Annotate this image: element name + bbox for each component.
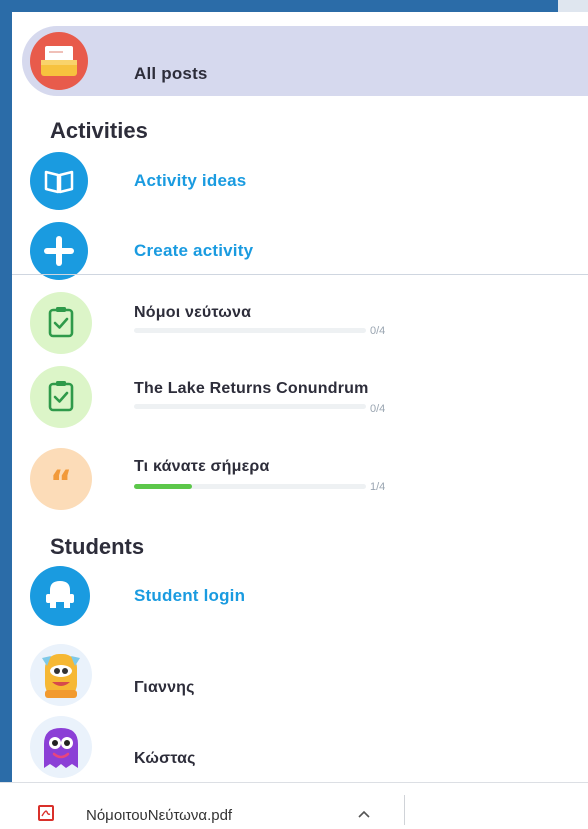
student-login-label: Student login [134,586,246,605]
activity-progress-text: 1/4 [370,481,386,493]
activity-progress-text: 0/4 [370,403,386,415]
monster-avatar-icon [30,716,92,778]
students-heading: Students [50,534,145,559]
plus-icon [30,222,88,280]
divider [404,795,405,825]
chevron-up-icon[interactable] [356,807,372,823]
student-name: Κώστας [134,750,196,767]
create-activity-label: Create activity [134,241,254,260]
activity-title: Νόμοι νεύτωνα [134,304,252,321]
divider [12,274,588,275]
student-login-item[interactable]: Student login [30,566,580,628]
clipboard-check-icon [30,292,92,354]
activity-progress-track [134,404,366,409]
activity-ideas-label: Activity ideas [134,171,247,190]
activity-progress-track [134,328,366,333]
activities-heading: Activities [50,118,148,143]
window-frame-left [0,0,12,829]
inbox-tray-icon [30,32,88,90]
svg-text:“: “ [50,463,72,503]
monster-avatar-icon [30,644,92,706]
activity-item[interactable]: The Lake Returns Conundrum 0/4 [30,366,580,428]
activity-title: The Lake Returns Conundrum [134,380,369,397]
activity-progress-fill [134,484,192,489]
activity-title: Τι κάνατε σήμερα [134,458,270,475]
sidebar-panel: All posts Activities Activity ideas Crea… [12,12,588,782]
activity-ideas-item[interactable]: Activity ideas [30,152,580,212]
create-activity-item[interactable]: Create activity [30,222,580,282]
activity-item[interactable]: “ Τι κάνατε σήμερα 1/4 [30,448,580,510]
student-item[interactable]: Κώστας [30,716,580,780]
download-bar: ΝόμοιτουΝεύτωνα.pdf [0,782,588,829]
clipboard-check-icon [30,366,92,428]
all-posts-item[interactable]: All posts [22,26,588,96]
activity-progress-text: 0/4 [370,325,386,337]
open-book-icon [30,152,88,210]
download-filename: ΝόμοιτουΝεύτωνα.pdf [86,807,233,824]
student-item[interactable]: Γιαννης [30,644,580,708]
activity-progress-track [134,484,366,489]
student-avatar-icon [30,566,90,626]
student-name: Γιαννης [134,679,195,696]
all-posts-label: All posts [134,64,208,83]
quote-icon: “ [30,448,92,510]
window-edge [558,0,588,12]
activity-item[interactable]: Νόμοι νεύτωνα 0/4 [30,292,580,354]
window-frame-top [0,0,588,12]
